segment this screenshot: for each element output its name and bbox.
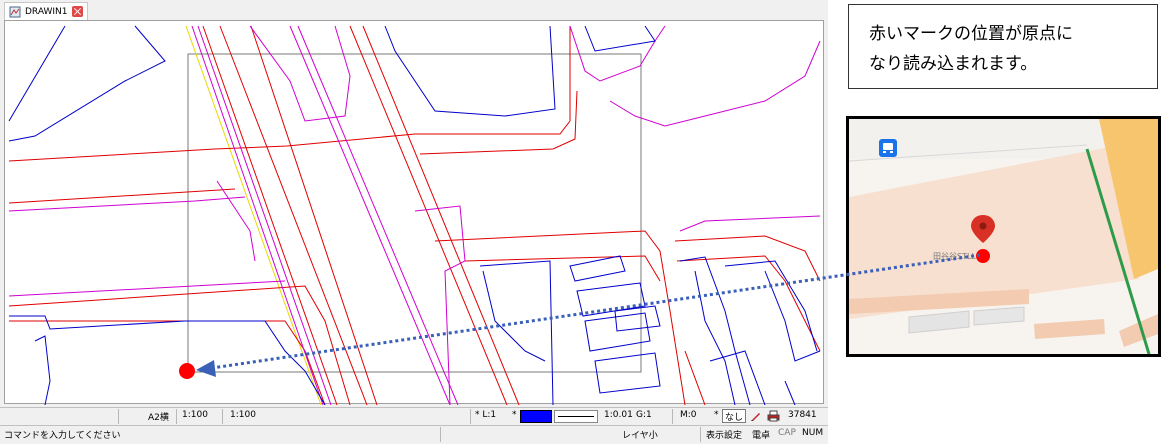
caps-lock-indicator: CAP bbox=[778, 428, 796, 438]
separator bbox=[470, 409, 471, 424]
scale-2[interactable]: 1:100 bbox=[230, 410, 256, 420]
snap-label: * bbox=[714, 410, 719, 420]
display-settings-button[interactable]: 表示設定 bbox=[706, 428, 742, 441]
layer-mode[interactable]: レイヤ小 bbox=[622, 428, 658, 441]
line-type-swatch[interactable] bbox=[554, 410, 598, 423]
drawing-document-icon bbox=[9, 6, 21, 17]
status-bar: A2横 1:100 1:100 * L:1 * 1:0.01 G:1 M:0 *… bbox=[0, 407, 828, 425]
color-swatch[interactable] bbox=[520, 410, 552, 423]
pen-icon[interactable] bbox=[750, 410, 762, 422]
yellow-line bbox=[185, 25, 322, 405]
snap-point-button[interactable]: 電卓 bbox=[752, 428, 770, 441]
red-road-lines bbox=[8, 25, 821, 405]
map-panel: 田谷谷STLL bbox=[846, 116, 1161, 357]
command-prompt[interactable]: コマンドを入力してください bbox=[4, 428, 120, 441]
separator bbox=[440, 427, 441, 442]
color-label: * bbox=[512, 410, 517, 420]
separator bbox=[672, 409, 673, 424]
line-scale[interactable]: 1:0.01 bbox=[604, 410, 633, 420]
callout-line-2: なり読み込まれます。 bbox=[869, 54, 1038, 74]
paper-frame bbox=[187, 53, 642, 373]
separator bbox=[176, 409, 177, 424]
scale-1[interactable]: 1:100 bbox=[182, 410, 208, 420]
document-tab[interactable]: DRAWIN1 bbox=[4, 2, 88, 20]
magenta-lines bbox=[8, 25, 821, 405]
callout-line-1: 赤いマークの位置が原点に bbox=[869, 24, 1073, 44]
printer-icon[interactable] bbox=[767, 410, 780, 422]
entity-count: 37841 bbox=[788, 410, 817, 420]
mode-indicator[interactable]: M:0 bbox=[680, 410, 697, 420]
separator bbox=[700, 427, 701, 442]
separator bbox=[118, 409, 119, 424]
group-indicator[interactable]: G:1 bbox=[636, 410, 652, 420]
document-tab-title: DRAWIN1 bbox=[25, 6, 68, 17]
snap-value-box[interactable]: なし bbox=[722, 409, 747, 423]
bus-stop-icon[interactable] bbox=[879, 139, 897, 157]
poi-label: 田谷谷STLL bbox=[933, 252, 976, 261]
cad-application-window: DRAWIN1 A2横 1:100 1:100 * L:1 * 1:0.01 G… bbox=[0, 0, 828, 444]
document-tab-bar: DRAWIN1 bbox=[0, 0, 828, 20]
paper-size[interactable]: A2横 bbox=[148, 410, 169, 423]
layer-indicator[interactable]: * L:1 bbox=[475, 410, 496, 420]
map-view: 田谷谷STLL bbox=[849, 119, 1158, 354]
blue-building-outlines bbox=[8, 25, 821, 405]
close-icon[interactable] bbox=[71, 6, 83, 17]
command-bar: コマンドを入力してください レイヤ小 表示設定 電卓 CAP NUM bbox=[0, 425, 828, 444]
num-lock-indicator: NUM bbox=[802, 428, 824, 438]
origin-marker-map bbox=[976, 249, 990, 263]
separator bbox=[222, 409, 223, 424]
explanation-callout: 赤いマークの位置が原点に なり読み込まれます。 bbox=[848, 4, 1158, 89]
cad-drawing bbox=[8, 25, 821, 405]
drawing-canvas[interactable] bbox=[4, 20, 824, 405]
